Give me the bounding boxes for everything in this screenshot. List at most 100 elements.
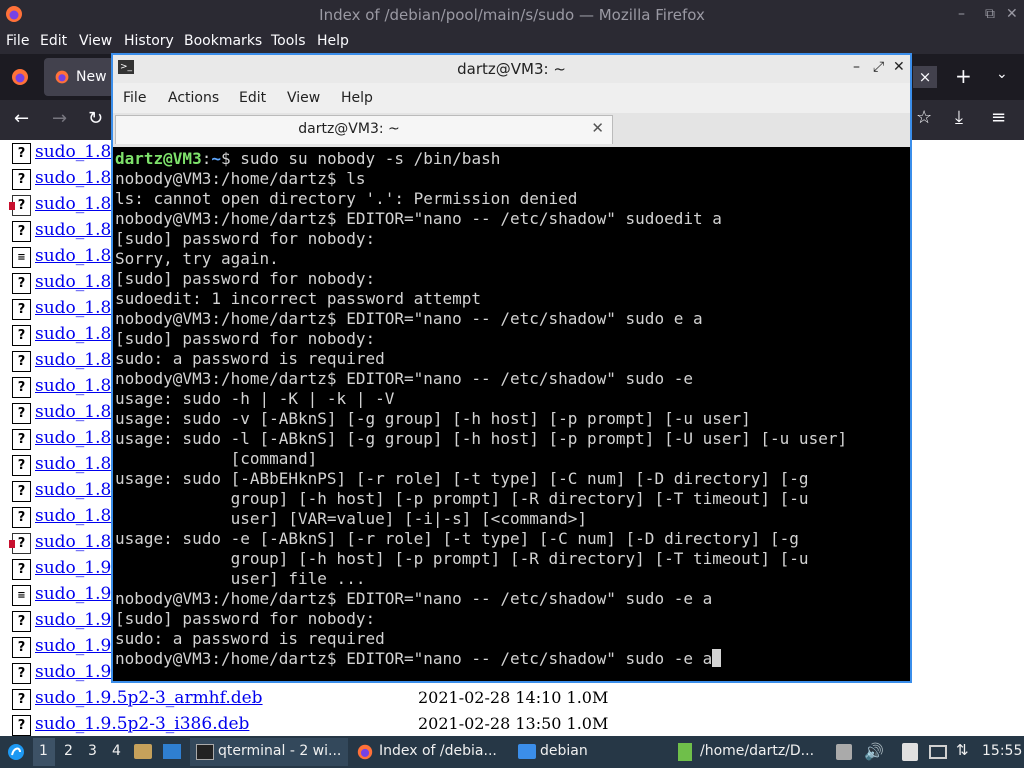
file-link[interactable]: sudo_1.8.: [35, 246, 117, 266]
file-link[interactable]: sudo_1.9.5p2-3_i386.deb: [35, 714, 249, 734]
file-link[interactable]: sudo_1.8.: [35, 532, 117, 552]
terminal-line: dartz@VM3:~$ sudo su nobody -s /bin/bash: [115, 149, 500, 169]
file-link[interactable]: sudo_1.8.: [35, 402, 117, 422]
new-tab-icon[interactable]: +: [955, 64, 972, 88]
app-menu-icon[interactable]: ≡: [991, 107, 1006, 128]
menu-tools[interactable]: Tools: [271, 33, 306, 49]
unknown-file-icon: ?: [12, 637, 31, 658]
terminal-window-title: dartz@VM3: ~: [457, 60, 566, 78]
volume-icon[interactable]: 🔊: [864, 742, 884, 761]
terminal-line: usage: sudo -v [-ABknS] [-g group] [-h h…: [115, 409, 751, 429]
file-link[interactable]: sudo_1.9.5p2-3_armhf.deb: [35, 688, 263, 708]
minimize-icon[interactable]: –: [958, 6, 965, 22]
task-debian-folder[interactable]: debian: [512, 738, 662, 766]
menu-help[interactable]: Help: [317, 33, 349, 49]
display-icon[interactable]: [929, 745, 947, 759]
output-text: [sudo] password for nobody:: [115, 269, 376, 288]
terminal-tabbar: dartz@VM3: ~ ✕: [113, 113, 910, 147]
unknown-file-icon: ?: [12, 273, 31, 294]
current-command-input[interactable]: nobody@VM3:/home/dartz$ EDITOR="nano -- …: [115, 649, 712, 668]
unknown-file-icon: ?: [12, 221, 31, 242]
unknown-file-icon: ?: [12, 507, 31, 528]
task-firefox[interactable]: Index of /debia...: [350, 738, 508, 766]
file-link[interactable]: sudo_1.8.: [35, 298, 117, 318]
file-link[interactable]: sudo_1.8.: [35, 194, 117, 214]
menu-history[interactable]: History: [124, 33, 174, 49]
firefox-task-icon: [357, 744, 373, 760]
folder-task-icon: [518, 744, 536, 759]
output-text: [sudo] password for nobody:: [115, 329, 376, 348]
terminal-menu-actions[interactable]: Actions: [168, 90, 219, 106]
tray-app-icon[interactable]: [836, 744, 852, 760]
terminal-menu-edit[interactable]: Edit: [239, 90, 266, 106]
terminal-line: nobody@VM3:/home/dartz$ EDITOR="nano -- …: [115, 649, 722, 669]
file-link[interactable]: sudo_1.9.: [35, 662, 117, 682]
file-link[interactable]: sudo_1.9.: [35, 584, 117, 604]
file-link[interactable]: sudo_1.8.: [35, 506, 117, 526]
firefox-window-title: Index of /debian/pool/main/s/sudo — Mozi…: [319, 6, 705, 24]
start-menu-icon[interactable]: [6, 742, 26, 762]
terminal-menu-file[interactable]: File: [123, 90, 146, 106]
output-text: group] [-h host] [-p prompt] [-R directo…: [115, 549, 809, 568]
clipboard-icon[interactable]: [902, 743, 918, 761]
list-all-tabs-icon[interactable]: ⌄: [996, 66, 1008, 82]
terminal-minimize-icon[interactable]: –: [853, 59, 860, 75]
output-text: nobody@VM3:/home/dartz$ EDITOR="nano -- …: [115, 369, 693, 388]
show-desktop-icon[interactable]: [163, 744, 181, 759]
workspace-1[interactable]: 1: [39, 743, 48, 759]
workspace-4[interactable]: 4: [112, 743, 121, 759]
file-link[interactable]: sudo_1.8.: [35, 454, 117, 474]
output-text: sudo: a password is required: [115, 349, 385, 368]
firefox-view-icon[interactable]: [10, 67, 30, 87]
file-link[interactable]: sudo_1.8.: [35, 376, 117, 396]
file-link[interactable]: sudo_1.8.: [35, 168, 117, 188]
network-icon[interactable]: ⇅: [956, 741, 969, 759]
menu-file[interactable]: File: [6, 33, 29, 49]
file-link[interactable]: sudo_1.8.: [35, 272, 117, 292]
file-link[interactable]: sudo_1.8.: [35, 142, 117, 162]
downloads-icon[interactable]: ⤓: [955, 107, 963, 128]
terminal-line: sudo: a password is required: [115, 629, 385, 649]
text-file-icon: ≡: [12, 247, 31, 268]
menu-edit[interactable]: Edit: [40, 33, 67, 49]
reload-icon[interactable]: ↻: [88, 108, 103, 129]
list-item: ? sudo_1.9.5p2-3_armhf.deb 2021-02-28 14:1…: [10, 686, 1010, 712]
close-icon[interactable]: ✕: [1006, 6, 1018, 22]
file-link[interactable]: sudo_1.8.: [35, 428, 117, 448]
file-link[interactable]: sudo_1.8.: [35, 220, 117, 240]
file-manager-launcher-icon[interactable]: [134, 744, 152, 759]
file-link[interactable]: sudo_1.8.: [35, 324, 117, 344]
terminal-line: usage: sudo -h | -K | -k | -V: [115, 389, 394, 409]
menu-view[interactable]: View: [79, 33, 112, 49]
terminal-line: [command]: [115, 449, 318, 469]
output-text: usage: sudo -e [-ABknS] [-r role] [-t ty…: [115, 529, 799, 548]
unknown-file-icon: ?: [12, 299, 31, 320]
workspace-2[interactable]: 2: [64, 743, 73, 759]
menu-bookmarks[interactable]: Bookmarks: [184, 33, 262, 49]
clock[interactable]: 15:55: [982, 743, 1022, 759]
workspace-3[interactable]: 3: [88, 743, 97, 759]
tab-new[interactable]: New: [44, 58, 114, 96]
task-qterminal[interactable]: qterminal - 2 wi...: [190, 738, 348, 766]
terminal-maximize-icon[interactable]: ⤢: [873, 59, 884, 75]
file-link[interactable]: sudo_1.8.: [35, 480, 117, 500]
unknown-file-icon: ?: [12, 455, 31, 476]
terminal-tab-close-icon[interactable]: ✕: [591, 119, 604, 137]
terminal-titlebar: >_ dartz@VM3: ~ – ⤢ ✕: [113, 55, 910, 83]
terminal-menu-help[interactable]: Help: [341, 90, 373, 106]
file-link[interactable]: sudo_1.9.: [35, 636, 117, 656]
terminal-output[interactable]: dartz@VM3:~$ sudo su nobody -s /bin/bash…: [113, 147, 910, 681]
file-link[interactable]: sudo_1.9.: [35, 610, 117, 630]
terminal-close-icon[interactable]: ✕: [893, 59, 905, 75]
maximize-icon[interactable]: ⧉: [985, 6, 995, 22]
back-icon[interactable]: ←: [14, 108, 29, 129]
terminal-tab[interactable]: dartz@VM3: ~ ✕: [115, 115, 613, 144]
tab-close-icon[interactable]: ×: [913, 66, 937, 88]
output-text: ls: cannot open directory '.': Permissio…: [115, 189, 578, 208]
file-link[interactable]: sudo_1.8.: [35, 350, 117, 370]
terminal-menu-view[interactable]: View: [287, 90, 320, 106]
bookmark-star-icon[interactable]: ☆: [916, 107, 932, 128]
file-meta: 2021-02-28 14:10 1.0M: [418, 688, 609, 707]
task-home-dartz[interactable]: /home/dartz/D...: [672, 738, 832, 766]
file-link[interactable]: sudo_1.9.: [35, 558, 117, 578]
